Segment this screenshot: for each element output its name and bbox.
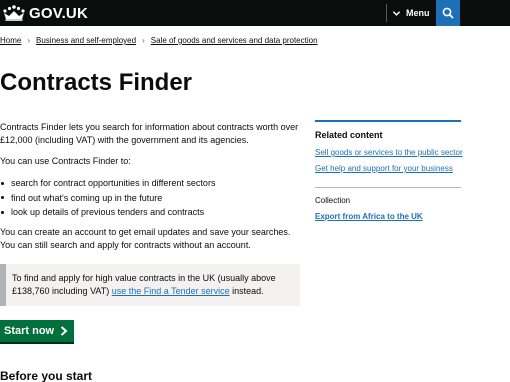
chevron-right-icon: [60, 326, 68, 336]
list-item: find out what's coming up in the future: [0, 191, 215, 206]
search-button[interactable]: [436, 0, 460, 26]
find-a-tender-link[interactable]: use the Find a Tender service: [112, 286, 230, 296]
breadcrumb: Home › Business and self-employed › Sale…: [0, 36, 318, 45]
breadcrumb-sale-of-goods[interactable]: Sale of goods and services and data prot…: [151, 36, 318, 45]
breadcrumb-business[interactable]: Business and self-employed: [36, 36, 136, 45]
menu-button[interactable]: Menu: [392, 4, 430, 22]
chevron-down-icon: [392, 10, 401, 16]
related-content: Related content Sell goods or services t…: [315, 120, 463, 221]
before-you-start-heading: Before you start: [0, 369, 93, 382]
govuk-logo[interactable]: GOV.UK: [2, 3, 88, 23]
collection-label: Collection: [315, 196, 351, 205]
chevron-right-icon: ›: [27, 36, 31, 45]
start-now-button[interactable]: Start now: [0, 320, 74, 342]
related-divider: [315, 187, 461, 188]
bullet-icon: [1, 210, 4, 214]
list-item-text: search for contract opportunities in dif…: [11, 178, 216, 189]
bullet-icon: [1, 181, 4, 185]
uses-list: search for contract opportunities in dif…: [0, 176, 215, 220]
inset-text: To find and apply for high value contrac…: [0, 264, 300, 306]
list-item: look up details of previous tenders and …: [0, 205, 215, 220]
start-button-label: Start now: [4, 325, 55, 337]
list-item-text: look up details of previous tenders and …: [11, 207, 205, 218]
page-title: Contracts Finder: [0, 69, 193, 96]
search-icon: [442, 7, 454, 19]
related-link-sell-goods[interactable]: Sell goods or services to the public sec…: [315, 148, 463, 157]
inset-text-after: instead.: [229, 286, 264, 296]
breadcrumb-home[interactable]: Home: [0, 36, 21, 45]
account-paragraph: You can create an account to get email u…: [0, 227, 291, 250]
collection-link[interactable]: Export from Africa to the UK: [315, 212, 461, 221]
crown-icon: [3, 5, 25, 21]
bullet-icon: [1, 196, 4, 200]
site-header: GOV.UK Menu: [0, 0, 510, 26]
related-content-title: Related content: [315, 130, 383, 140]
related-link-help-support[interactable]: Get help and support for your business: [315, 164, 461, 173]
logo-text: GOV.UK: [29, 4, 88, 22]
list-item: search for contract opportunities in dif…: [0, 176, 215, 191]
uses-paragraph: You can use Contracts Finder to:: [0, 156, 131, 166]
intro-paragraph: Contracts Finder lets you search for inf…: [0, 122, 299, 145]
list-item-text: find out what's coming up in the future: [11, 192, 163, 203]
chevron-right-icon: ›: [142, 36, 145, 45]
menu-label: Menu: [406, 8, 430, 18]
header-divider: [386, 4, 387, 22]
